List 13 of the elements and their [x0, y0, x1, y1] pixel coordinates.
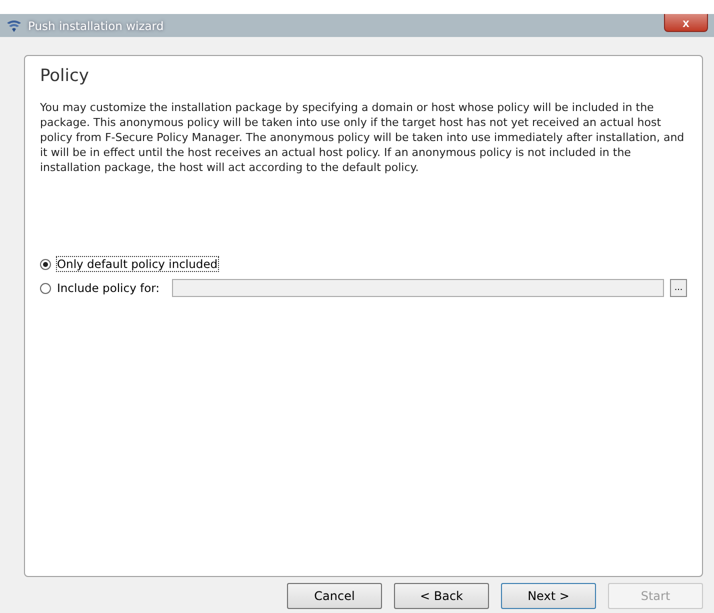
app-icon: [6, 18, 22, 32]
option-label[interactable]: Only default policy included: [57, 257, 218, 271]
close-button[interactable]: x: [664, 14, 708, 32]
radio-button[interactable]: [40, 258, 51, 270]
browse-button[interactable]: ...: [670, 279, 687, 297]
radio-button[interactable]: [40, 282, 51, 294]
wizard-button[interactable]: Cancel: [287, 583, 382, 609]
window-title: Push installation wizard: [28, 18, 164, 32]
wizard-button[interactable]: < Back: [394, 583, 489, 609]
option-label[interactable]: Include policy for:: [57, 281, 160, 295]
wizard-button[interactable]: Next >: [501, 583, 596, 609]
page-heading: Policy: [40, 66, 90, 86]
description: You may customize the installation package by specifying a domain or host whose policy will be included in the package. This anonymous policy will be taken into use only if the target host has not yet received an actual host policy from F-Secure Policy Manager. The anonymous policy will be taken into use immediately after installation, and it will be in effect until the host receives an actual host policy. If an anonymous policy is not included in the installation package, the host will act according to the default policy.: [40, 100, 686, 176]
